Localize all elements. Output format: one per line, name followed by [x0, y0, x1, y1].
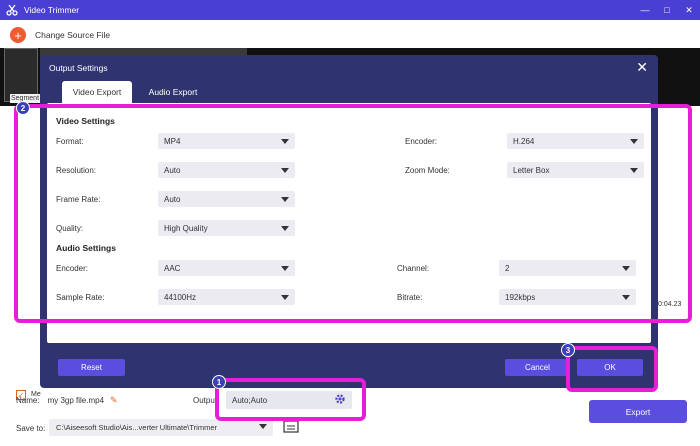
highlight-ok: [566, 346, 658, 392]
close-icon[interactable]: ✕: [636, 60, 648, 74]
save-to-label: Save to:: [16, 423, 46, 433]
title-bar: Video Trimmer — □ ✕: [0, 0, 700, 20]
step-badge-2: 2: [16, 101, 30, 115]
save-path-value: C:\Aiseesoft Studio\Ais...verter Ultimat…: [56, 423, 218, 432]
file-name[interactable]: my 3gp file.mp4: [48, 396, 104, 405]
plus-icon: +: [10, 27, 26, 43]
scissors-icon: [6, 4, 18, 16]
dialog-title: Output Settings: [49, 63, 108, 73]
highlight-output: [215, 378, 366, 421]
chevron-down-icon: [259, 424, 267, 429]
tab-video-export[interactable]: Video Export: [62, 81, 132, 103]
pencil-icon[interactable]: ✎: [110, 395, 118, 406]
minimize-icon[interactable]: —: [634, 0, 656, 20]
step-badge-3: 3: [561, 343, 575, 357]
tab-audio-export[interactable]: Audio Export: [140, 81, 206, 103]
change-source-button[interactable]: + Change Source File: [10, 25, 110, 45]
highlight-settings: [14, 104, 692, 323]
change-source-label: Change Source File: [35, 30, 111, 40]
name-label: Name:: [16, 395, 40, 405]
maximize-icon[interactable]: □: [656, 0, 678, 20]
reset-button[interactable]: Reset: [58, 359, 125, 376]
cancel-button[interactable]: Cancel: [505, 359, 570, 376]
window-title: Video Trimmer: [24, 5, 80, 15]
step-badge-1: 1: [212, 375, 226, 389]
folder-icon[interactable]: [283, 419, 299, 433]
close-icon[interactable]: ✕: [678, 0, 700, 20]
save-path-select[interactable]: C:\Aiseesoft Studio\Ais...verter Ultimat…: [49, 419, 273, 436]
